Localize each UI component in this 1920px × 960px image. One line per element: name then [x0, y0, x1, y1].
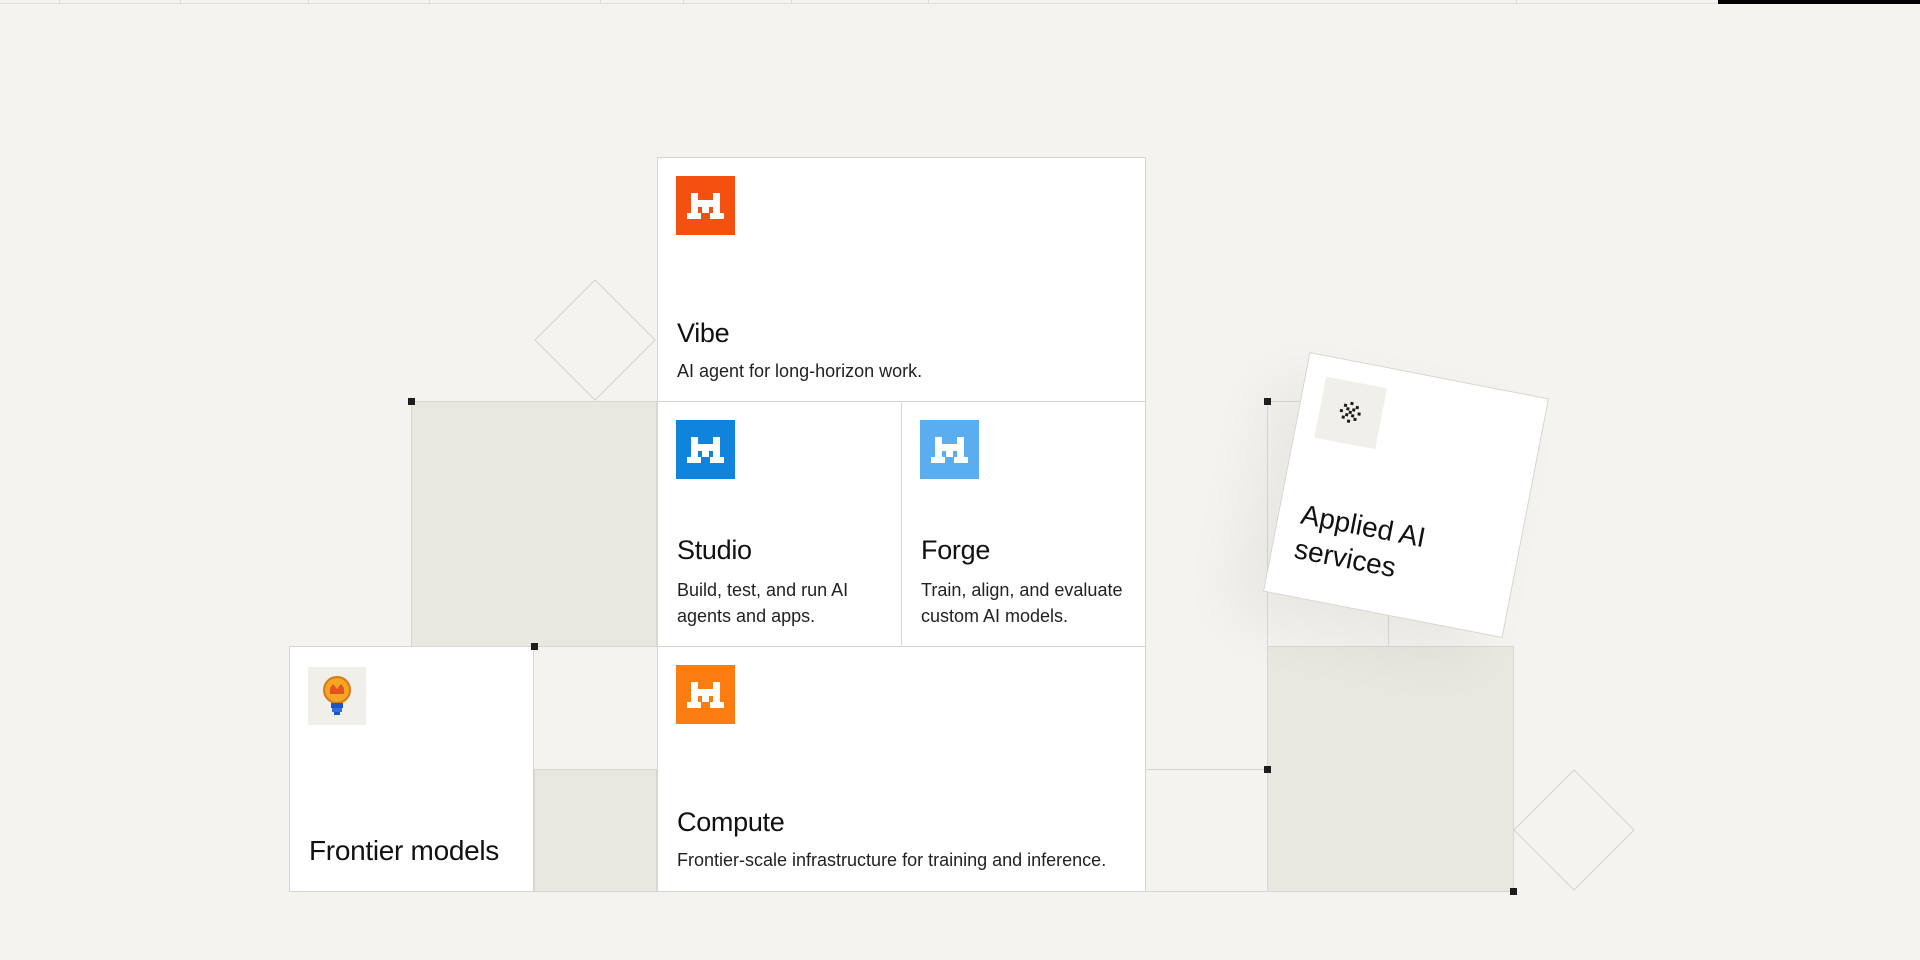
corner-handle [1510, 888, 1517, 895]
placeholder-cell [1267, 646, 1514, 892]
corner-handle [1264, 766, 1271, 773]
vibe-title: Vibe [677, 318, 730, 348]
vibe-card[interactable]: Vibe AI agent for long-horizon work. [657, 157, 1146, 402]
corner-handle [531, 643, 538, 650]
applied-ai-services-card[interactable]: Applied AI services [1262, 351, 1550, 639]
frontier-models-title: Frontier models [309, 835, 500, 866]
diamond-decoration [1513, 769, 1635, 891]
lightbulb-icon [308, 667, 366, 725]
mistral-m-blue-icon [676, 420, 735, 479]
forge-description: Train, align, and evaluate custom AI mod… [921, 580, 1123, 626]
product-stack-diagram: Vibe AI agent for long-horizon work. Stu… [0, 0, 1920, 960]
corner-handle [408, 398, 415, 405]
sparkle-dots-icon [1314, 376, 1387, 450]
compute-description: Frontier-scale infrastructure for traini… [677, 850, 1107, 870]
mistral-m-light-blue-icon [920, 420, 979, 479]
corner-handle [1264, 398, 1271, 405]
placeholder-cell [534, 769, 657, 892]
applied-ai-services-title: Applied AI services [1291, 498, 1429, 584]
frontier-models-card[interactable]: Frontier models [289, 646, 534, 892]
mistral-m-orange-red-icon [676, 176, 735, 235]
forge-card[interactable]: Forge Train, align, and evaluate custom … [901, 401, 1146, 647]
compute-title: Compute [677, 807, 785, 837]
vibe-description: AI agent for long-horizon work. [677, 361, 923, 381]
forge-title: Forge [921, 535, 991, 565]
studio-description: Build, test, and run AI agents and apps. [677, 580, 849, 626]
studio-title: Studio [677, 535, 752, 565]
diamond-decoration [534, 279, 656, 401]
studio-card[interactable]: Studio Build, test, and run AI agents an… [657, 401, 902, 647]
placeholder-outline [1145, 769, 1268, 892]
placeholder-cell [411, 401, 657, 647]
mistral-m-orange-icon [676, 665, 735, 724]
compute-card[interactable]: Compute Frontier-scale infrastructure fo… [657, 646, 1146, 892]
